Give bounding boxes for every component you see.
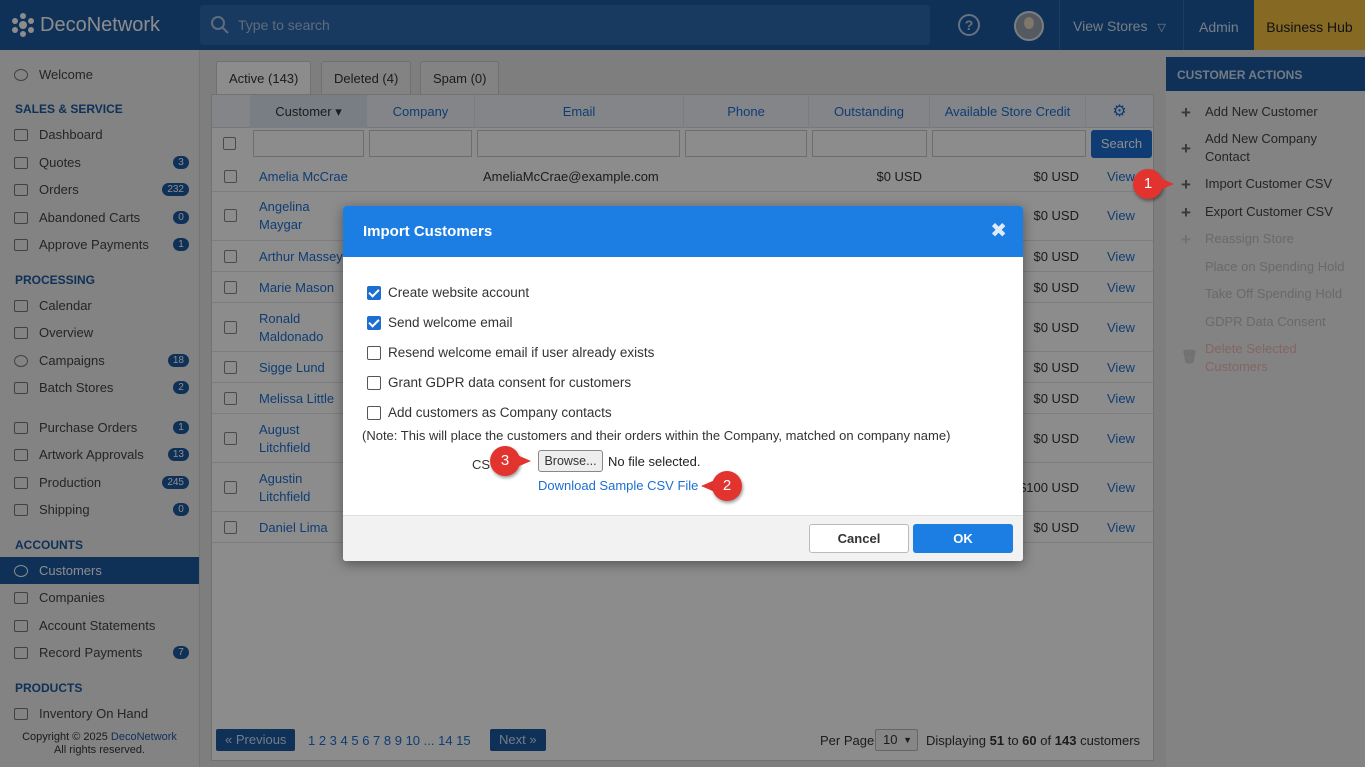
option-label: Add customers as Company contacts — [388, 405, 612, 420]
callout-2: 2 — [701, 471, 742, 501]
browse-button[interactable]: Browse... — [538, 450, 603, 472]
callout-arrow-icon — [1160, 178, 1174, 190]
callout-number: 3 — [490, 446, 520, 476]
company-contacts-checkbox[interactable] — [367, 405, 381, 420]
download-sample-csv-link[interactable]: Download Sample CSV File — [538, 478, 698, 493]
callout-1: 1 — [1133, 169, 1174, 199]
callout-arrow-icon — [517, 455, 531, 467]
company-note: (Note: This will place the customers and… — [362, 428, 951, 443]
ok-button[interactable]: OK — [913, 524, 1013, 553]
option-label: Grant GDPR data consent for customers — [388, 375, 632, 390]
csv-label: CS — [472, 457, 491, 472]
option-company-contacts[interactable]: Add customers as Company contacts — [367, 405, 612, 420]
dialog-footer: Cancel OK — [343, 515, 1023, 561]
send-welcome-checkbox[interactable] — [367, 315, 381, 330]
import-customers-dialog: Import Customers ✖ Create website accoun… — [343, 206, 1023, 561]
create-account-checkbox[interactable] — [367, 285, 381, 300]
option-label: Create website account — [388, 285, 530, 300]
dialog-header: Import Customers ✖ — [343, 206, 1023, 257]
option-label: Send welcome email — [388, 315, 513, 330]
callout-3: 3 — [490, 446, 531, 476]
option-resend-welcome[interactable]: Resend welcome email if user already exi… — [367, 345, 654, 360]
option-label: Resend welcome email if user already exi… — [388, 345, 655, 360]
close-icon[interactable]: ✖ — [990, 206, 1007, 257]
option-gdpr-consent[interactable]: Grant GDPR data consent for customers — [367, 375, 631, 390]
callout-number: 2 — [712, 471, 742, 501]
resend-welcome-checkbox[interactable] — [367, 345, 381, 360]
file-status: No file selected. — [608, 454, 701, 469]
cancel-button[interactable]: Cancel — [809, 524, 909, 553]
dialog-title: Import Customers — [363, 223, 493, 240]
gdpr-consent-checkbox[interactable] — [367, 375, 381, 390]
option-send-welcome[interactable]: Send welcome email — [367, 315, 513, 330]
callout-number: 1 — [1133, 169, 1163, 199]
option-create-account[interactable]: Create website account — [367, 285, 529, 300]
